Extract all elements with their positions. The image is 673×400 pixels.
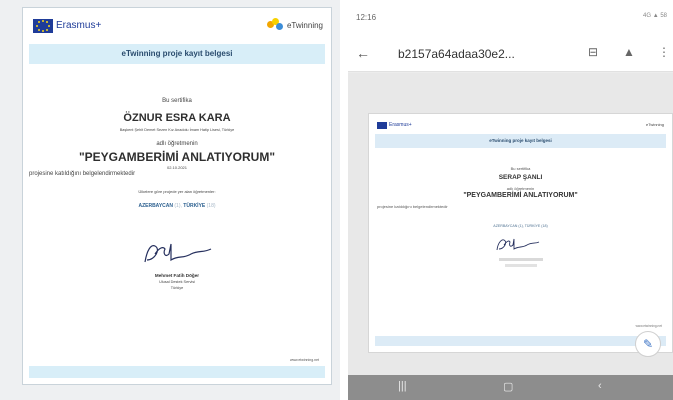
drive-icon[interactable]: ▲ [623, 45, 635, 59]
preview-recipient: SERAP ŞANLI [498, 174, 543, 181]
certificate-role: adlı öğretmenin [156, 141, 198, 147]
signature-image [144, 243, 212, 263]
back-arrow-icon[interactable]: ← [356, 45, 370, 61]
preview-project: "PEYGAMBERİMİ ANLATIYORUM" [463, 192, 578, 199]
screenshot-root: Erasmus+ eTwinning eTwinning proje kayıt… [0, 0, 673, 400]
edit-icon[interactable]: ✎ [635, 331, 661, 357]
certificate-header: eTwinning proje kayıt belgesi [121, 49, 233, 58]
preview-header: eTwinning proje kayıt belgesi [489, 138, 552, 143]
message-icon[interactable]: ⊟ [588, 45, 598, 59]
home-icon[interactable]: ▢ [503, 380, 513, 393]
preview-footer-band [375, 336, 666, 346]
certificate-date: 02.10.2021 [166, 165, 188, 170]
signer-org: Ulusal Destek Servisi [159, 280, 195, 284]
back-nav-icon[interactable]: ‹ [598, 380, 602, 392]
preview-participation: projesine katıldığını belgelendirmektedi… [377, 204, 448, 209]
certificate-project: "PEYGAMBERİMİ ANLATIYORUM" [78, 150, 276, 164]
country-turkiye: TÜRKİYE [183, 203, 206, 209]
more-icon[interactable]: ⋮ [658, 45, 670, 59]
etwinning-mark-icon [266, 18, 285, 32]
status-bar: 12:16 4G ▲ 58 [348, 0, 673, 38]
preview-signature-image [496, 238, 540, 251]
document-viewer[interactable]: Erasmus+ eTwinning eTwinning proje kayıt… [348, 73, 673, 375]
certificate-participation: projesine katıldığını belgelendirmektedi… [29, 171, 136, 177]
preview-signer-lines [499, 258, 543, 261]
erasmus-logo: Erasmus+ [56, 20, 102, 31]
certificate-footer-band [29, 366, 325, 378]
preview-eu-flag-icon [377, 122, 387, 129]
app-bar: ← b2157a64adaa30e2... ⊟ ▲ ⋮ [348, 38, 673, 72]
file-title: b2157a64adaa30e2... [398, 47, 515, 61]
certificate-school: Başkent Şehit Demet Sezen Kız Anadolu İm… [119, 128, 235, 132]
preview-header-band: eTwinning proje kayıt belgesi [375, 134, 666, 148]
certificate-header-band: eTwinning proje kayıt belgesi [29, 44, 325, 64]
certificate-intro: Bu sertifika [162, 98, 192, 104]
certificate-countries-intro: Ülkelere göre projede yer alan öğretmenl… [138, 189, 216, 194]
certificate-countries: AZERBAYCAN (1), TÜRKİYE (18) [138, 203, 216, 209]
country-azerbaycan: AZERBAYCAN [138, 203, 173, 209]
status-indicators: 4G ▲ 58 [643, 13, 667, 19]
signer-name: Mehmet Fatih Döğer [154, 273, 200, 278]
status-time: 12:16 [356, 13, 377, 22]
preview-countries: AZERBAYCAN (1), TÜRKİYE (18) [493, 224, 548, 228]
preview-erasmus-logo: Erasmus+ [389, 122, 412, 128]
preview-url: www.etwinning.net [635, 324, 662, 328]
preview-etwinning-logo: eTwinning [645, 122, 664, 127]
phone-view: 12:16 4G ▲ 58 ← b2157a64adaa30e2... ⊟ ▲ … [348, 0, 673, 400]
certificate-url: www.etwinning.net [290, 358, 319, 362]
certificate-preview-page: Erasmus+ eTwinning eTwinning proje kayıt… [368, 113, 673, 353]
certificate-view: Erasmus+ eTwinning eTwinning proje kayıt… [0, 0, 340, 400]
etwinning-logo-text: eTwinning [286, 20, 323, 30]
preview-signer-lines-2 [505, 264, 537, 267]
certificate-recipient: ÖZNUR ESRA KARA [123, 112, 231, 124]
preview-intro: Bu sertifika [510, 166, 531, 171]
eu-flag-icon [33, 19, 53, 33]
preview-role: adlı öğretmenin [506, 186, 535, 191]
android-nav-bar: ||| ▢ ‹ [348, 375, 673, 400]
etwinning-logo: eTwinning [266, 18, 323, 32]
signer-country: Türkiye [170, 286, 184, 290]
country-turkiye-count: (18) [206, 203, 216, 209]
certificate-document: Erasmus+ eTwinning eTwinning proje kayıt… [22, 7, 332, 385]
recents-icon[interactable]: ||| [398, 380, 407, 392]
certificate-logos: Erasmus+ eTwinning [29, 12, 325, 42]
